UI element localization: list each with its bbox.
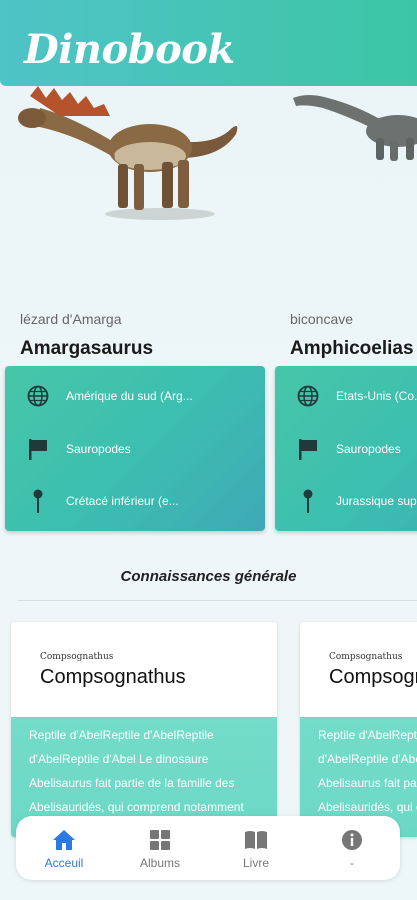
home-icon [53,830,75,850]
section-title: Connaissances générale [120,568,297,585]
knowledge-card-title: Compsognathus [40,666,186,688]
dinosaur-carousel[interactable]: lézard d'Amarga Amargasaurus Amérique du… [0,86,417,536]
dinosaur-info-box: Etats-Unis (Co... Sauropodes Jurassique … [275,366,417,531]
pin-icon [33,489,43,513]
info-row-location: Etats-Unis (Co... [275,381,417,411]
nav-item-book[interactable]: Livre [208,816,304,880]
flag-icon [29,439,47,460]
book-icon [245,831,267,849]
nav-item-albums[interactable]: Albums [112,816,208,880]
knowledge-card-line: Abelisaurus fait partie de la famille de… [318,776,417,790]
info-row-group: Sauropodes [275,434,417,464]
nav-item-label: - [350,856,354,870]
nav-item-home[interactable]: Acceuil [16,816,112,880]
dinosaur-image [18,86,238,220]
dinosaur-info-box: Amérique du sud (Arg... Sauropodes Créta… [5,366,265,531]
globe-icon [297,385,319,407]
info-row-period: Crétacé inférieur (e... [5,486,265,516]
knowledge-card-small-title: Compsognathus [40,652,114,662]
knowledge-card-line: Reptile d'AbelReptile d'AbelReptile [29,728,214,742]
knowledge-card-line: Reptile d'AbelReptile d'AbelReptile [318,728,417,742]
nav-item-label: Albums [139,856,180,870]
knowledge-card[interactable]: Compsognathus Compsognathus Reptile d'Ab… [11,622,277,837]
app-title: Dinobook [24,26,235,73]
knowledge-card-line: d'AbelReptile d'Abel Le dinosaure [318,752,417,766]
info-row-period: Jurassique sup... [275,486,417,516]
flag-icon [299,439,317,460]
period-text: Jurassique sup... [336,494,417,508]
grid-icon [150,830,170,850]
info-row-location: Amérique du sud (Arg... [5,381,265,411]
knowledge-card-line: d'AbelReptile d'Abel Le dinosaure [29,752,209,766]
knowledge-card-title: Compsognathus [329,666,417,688]
globe-icon [27,385,49,407]
info-row-group: Sauropodes [5,434,265,464]
group-text: Sauropodes [336,442,401,456]
pin-icon [303,489,313,513]
nav-item-label: Acceuil [44,856,84,870]
bottom-navigation: Acceuil Albums Livre - [16,816,400,880]
location-text: Etats-Unis (Co... [336,389,417,403]
nav-item-info[interactable]: - [304,816,400,880]
location-text: Amérique du sud (Arg... [66,389,193,403]
section-divider [18,600,417,601]
dinosaur-card[interactable]: lézard d'Amarga Amargasaurus Amérique du… [0,86,270,536]
knowledge-card-line: Abelisaurus fait partie de la famille de… [29,776,235,790]
dinosaur-name: Amphicoelias [290,338,414,359]
dinosaur-card[interactable]: biconcave Amphicoelias Etats-Unis (Co... [270,86,417,536]
knowledge-card-small-title: Compsognathus [329,652,403,662]
dinosaur-meaning: lézard d'Amarga [20,311,122,327]
info-icon [342,830,362,850]
dinosaur-meaning: biconcave [290,311,354,327]
dinosaur-image [293,95,417,161]
group-text: Sauropodes [66,442,131,456]
knowledge-card[interactable]: Compsognathus Compsognathus Reptile d'Ab… [300,622,417,837]
app-header: Dinobook [0,0,417,86]
dinosaur-name: Amargasaurus [20,338,154,359]
period-text: Crétacé inférieur (e... [66,494,179,508]
nav-item-label: Livre [242,856,269,870]
